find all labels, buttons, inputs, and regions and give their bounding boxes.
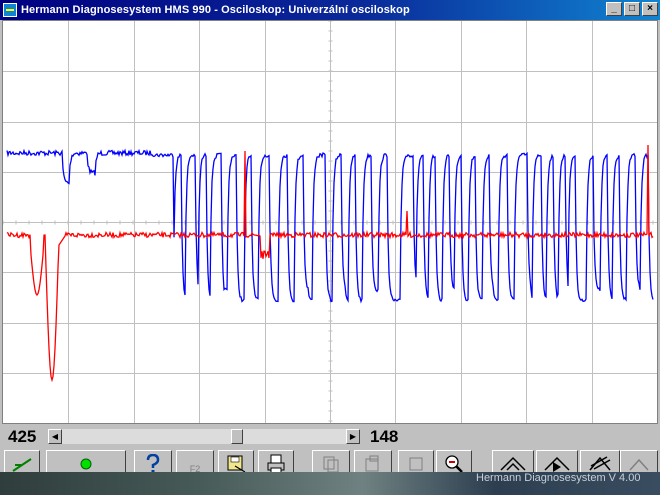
window-title: Hermann Diagnosesystem HMS 990 - Oscilos… [21, 4, 410, 16]
disk-export-icon [227, 455, 246, 473]
close-button[interactable]: × [642, 2, 658, 16]
cursor-next-icon [544, 456, 570, 472]
scroll-right-arrow-icon[interactable]: ▶ [346, 429, 360, 444]
scroll-left-arrow-icon[interactable]: ◀ [48, 429, 62, 444]
title-bar: Hermann Diagnosesystem HMS 990 - Oscilos… [0, 0, 660, 20]
time-scrollbar[interactable]: ◀ ▶ [48, 429, 360, 444]
paste-disabled-icon [365, 455, 379, 472]
forward-disabled-icon [629, 458, 649, 471]
copy-disabled-icon [323, 456, 339, 473]
oscilloscope-display[interactable] [2, 20, 658, 424]
cursor-previous-icon [500, 456, 526, 471]
app-icon [3, 3, 17, 17]
frame-disabled-icon [409, 457, 423, 471]
trigger-icon [12, 458, 32, 472]
zoom-out-icon [445, 455, 463, 473]
maximize-button[interactable]: □ [624, 2, 640, 16]
position-right-readout: 148 [370, 427, 399, 446]
version-label: Hermann Diagnosesystem V 4.00 [476, 472, 641, 484]
position-left-readout: 425 [8, 427, 37, 446]
measure-icon [589, 456, 611, 471]
oscilloscope-canvas [3, 21, 657, 423]
minimize-button[interactable]: _ [606, 2, 622, 16]
help-icon [146, 454, 160, 473]
scroll-row: 425 ◀ ▶ 148 [0, 425, 660, 447]
scroll-thumb[interactable] [230, 429, 243, 444]
run-indicator-icon [80, 458, 92, 470]
printer-icon [267, 454, 285, 474]
